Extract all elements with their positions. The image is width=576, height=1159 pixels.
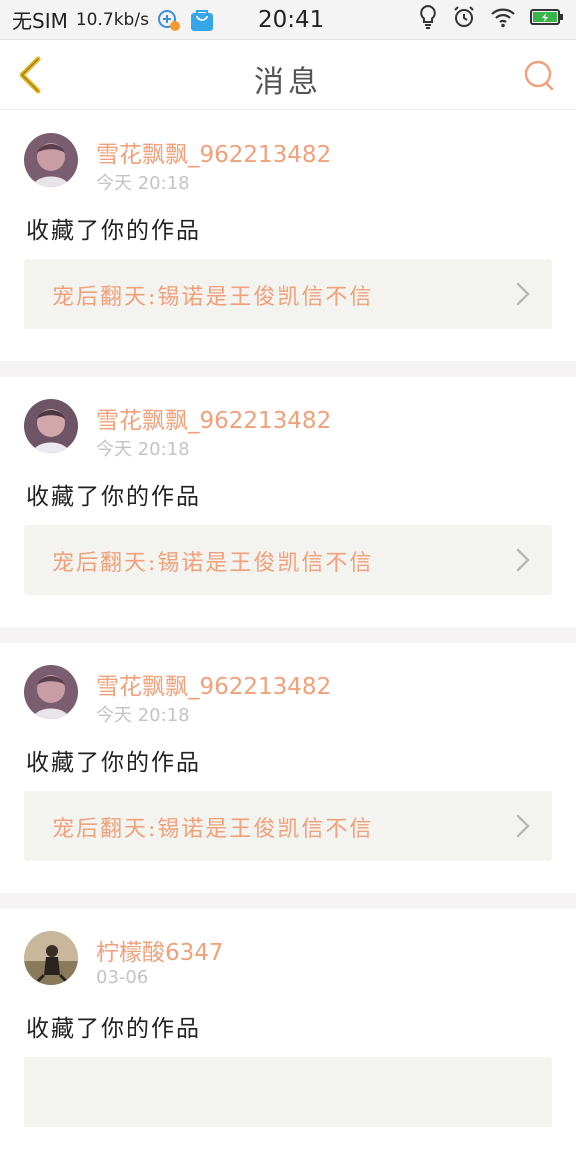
work-link[interactable] [24,1057,552,1127]
clock: 20:41 [258,6,325,33]
message-time: 今天 20:18 [96,705,190,726]
message-time: 今天 20:18 [96,173,190,194]
work-title: 宠后翻天:锡诺是王俊凯信不信 [52,551,374,576]
work-link[interactable]: 宠后翻天:锡诺是王俊凯信不信 [24,791,552,861]
header-bar: 消息 [0,41,576,110]
work-link[interactable]: 宠后翻天:锡诺是王俊凯信不信 [24,259,552,329]
user-name[interactable]: 柠檬酸6347 [96,933,224,967]
message-time: 03-06 [96,967,149,988]
divider [0,361,576,377]
message-item: 雪花飘飘_962213482 今天 20:18 收藏了你的作品 宠后翻天:锡诺是… [0,111,576,361]
alarm-icon [452,5,476,34]
message-action: 收藏了你的作品 [26,1016,201,1042]
message-time: 今天 20:18 [96,439,190,460]
app-store-icon [189,8,215,32]
avatar[interactable] [24,931,78,985]
divider [0,893,576,909]
message-action: 收藏了你的作品 [26,484,201,510]
avatar[interactable] [24,665,78,719]
status-bar: 无SIM 10.7kb/s 20:41 [0,0,576,40]
work-title: 宠后翻天:锡诺是王俊凯信不信 [52,817,374,842]
chevron-right-icon [516,282,530,306]
wifi-icon [490,6,516,33]
message-item: 雪花飘飘_962213482 今天 20:18 收藏了你的作品 宠后翻天:锡诺是… [0,643,576,893]
network-speed: 10.7kb/s [75,9,149,30]
message-list: 雪花飘飘_962213482 今天 20:18 收藏了你的作品 宠后翻天:锡诺是… [0,111,576,1159]
avatar[interactable] [24,133,78,187]
work-title: 宠后翻天:锡诺是王俊凯信不信 [52,285,374,310]
page-title: 消息 [254,65,322,100]
user-name[interactable]: 雪花飘飘_962213482 [96,135,331,169]
user-name[interactable]: 雪花飘飘_962213482 [96,401,331,435]
data-saver-badge-icon [157,8,181,32]
chevron-right-icon [516,814,530,838]
message-item: 柠檬酸6347 03-06 收藏了你的作品 [0,909,576,1159]
chevron-right-icon [516,548,530,572]
message-action: 收藏了你的作品 [26,218,201,244]
search-button[interactable] [522,59,556,93]
work-link[interactable]: 宠后翻天:锡诺是王俊凯信不信 [24,525,552,595]
search-icon [524,60,554,91]
carrier-label: 无SIM [12,9,68,33]
bulb-icon [418,4,438,35]
divider [0,627,576,643]
avatar[interactable] [24,399,78,453]
user-name[interactable]: 雪花飘飘_962213482 [96,667,331,701]
message-action: 收藏了你的作品 [26,750,201,776]
battery-charging-icon [530,8,564,31]
message-item: 雪花飘飘_962213482 今天 20:18 收藏了你的作品 宠后翻天:锡诺是… [0,377,576,627]
